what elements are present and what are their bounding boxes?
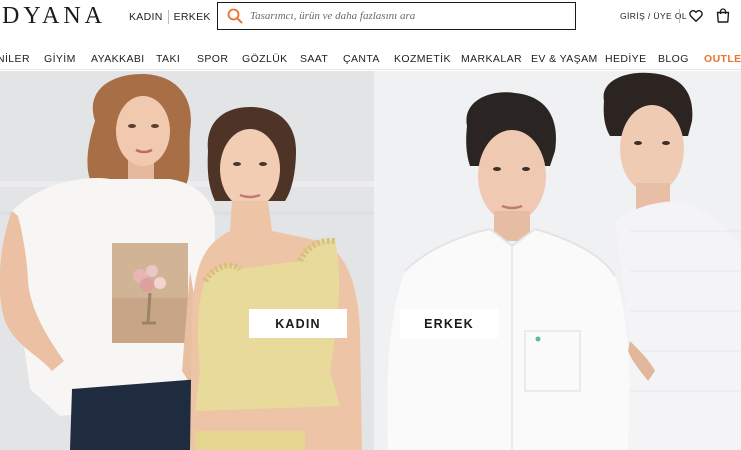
nav-item-shoes[interactable]: AYAKKABI [91, 53, 145, 65]
nav-item-blog[interactable]: BLOG [658, 53, 689, 65]
nav-item-eyewear[interactable]: GÖZLÜK [242, 53, 288, 65]
nav-item-brands[interactable]: MARKALAR [461, 53, 522, 65]
main-navigation: NİLER GİYİM AYAKKABI TAKI SPOR GÖZLÜK SA… [0, 48, 741, 70]
nav-item-jewelry[interactable]: TAKI [156, 53, 180, 65]
nav-item-home-living[interactable]: EV & YAŞAM [531, 53, 598, 65]
shop-women-button[interactable]: KADIN [249, 309, 347, 338]
site-header: DYANA KADIN ERKEK GİRİŞ / ÜYE OL [0, 0, 741, 38]
hero-photo [0, 71, 741, 450]
nav-item-sport[interactable]: SPOR [197, 53, 228, 65]
nav-item-new[interactable]: NİLER [0, 53, 30, 65]
shopping-bag-icon[interactable] [716, 8, 730, 23]
gender-link-men[interactable]: ERKEK [169, 11, 216, 23]
heart-icon[interactable] [689, 9, 703, 23]
nav-item-cosmetics[interactable]: KOZMETİK [394, 53, 451, 65]
search-icon[interactable] [222, 3, 248, 29]
hero-banner: KADIN ERKEK [0, 71, 741, 450]
nav-item-outlet[interactable]: OUTLET [704, 53, 741, 65]
nav-item-gifts[interactable]: HEDİYE [605, 53, 647, 65]
site-logo[interactable]: DYANA [2, 3, 106, 30]
nav-item-watches[interactable]: SAAT [300, 53, 328, 65]
gender-link-women[interactable]: KADIN [124, 11, 168, 23]
search-input[interactable] [248, 4, 575, 28]
search-bar[interactable] [217, 2, 576, 30]
nav-item-clothing[interactable]: GİYİM [44, 53, 76, 65]
nav-item-bags[interactable]: ÇANTA [343, 53, 380, 65]
gender-switch: KADIN ERKEK [124, 9, 216, 25]
login-register-link[interactable]: GİRİŞ / ÜYE OL [620, 11, 687, 21]
header-divider [679, 9, 680, 23]
shop-men-button[interactable]: ERKEK [400, 309, 498, 338]
